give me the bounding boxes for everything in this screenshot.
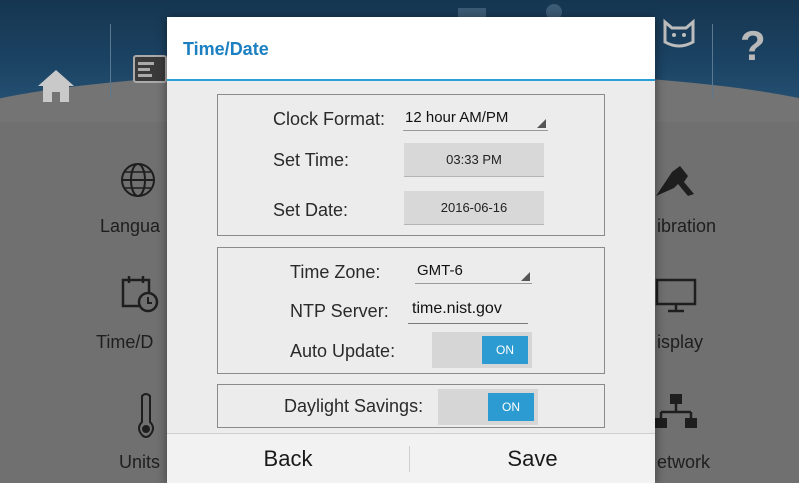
set-time-label: Set Time: [273, 150, 350, 170]
back-button[interactable]: Back [167, 434, 409, 483]
dropdown-arrow-icon [537, 119, 546, 128]
monitor-icon [655, 278, 697, 313]
thermometer-icon [138, 393, 154, 438]
time-zone-label: Time Zone: [290, 262, 381, 282]
auto-update-toggle[interactable]: ON [432, 332, 532, 368]
home-icon[interactable] [36, 68, 76, 104]
clock-format-value: 12 hour AM/PM [405, 109, 509, 126]
tile-label-time-date[interactable]: Time/D [96, 332, 153, 353]
calibration-icon [656, 166, 694, 196]
ntp-server-input[interactable]: time.nist.gov [408, 300, 528, 324]
set-date-label: Set Date: [273, 200, 349, 220]
globe-icon [121, 163, 155, 197]
network-icon [655, 394, 697, 428]
toggle-on-knob: ON [488, 393, 534, 421]
set-date-button[interactable]: 2016-06-16 [404, 191, 544, 225]
tile-label-network[interactable]: etwork [657, 452, 710, 473]
auto-update-label: Auto Update: [290, 341, 396, 361]
dashboard-icon[interactable] [132, 54, 168, 84]
dropdown-arrow-icon [521, 272, 530, 281]
time-date-dialog: Time/Date Clock Format: 12 hour AM/PM Se… [167, 17, 655, 483]
clock-settings-group: Clock Format: 12 hour AM/PM Set Time: 03… [217, 94, 605, 236]
settings-cat-icon[interactable] [662, 18, 696, 48]
time-sync-group: Time Zone: GMT-6 NTP Server: time.nist.g… [217, 247, 605, 374]
dialog-header: Time/Date [167, 17, 655, 81]
clock-format-label: Clock Format: [273, 109, 386, 129]
daylight-savings-group: Daylight Savings: ON [217, 384, 605, 428]
ntp-server-label: NTP Server: [290, 301, 389, 321]
clock-format-select[interactable]: 12 hour AM/PM [403, 109, 548, 131]
tile-label-units[interactable]: Units [119, 452, 160, 473]
tile-label-display[interactable]: isplay [657, 332, 703, 353]
save-button[interactable]: Save [410, 434, 655, 483]
set-time-button[interactable]: 03:33 PM [404, 143, 544, 177]
daylight-savings-toggle[interactable]: ON [438, 389, 538, 425]
tile-label-calibration[interactable]: ibration [657, 216, 716, 237]
calendar-clock-icon [121, 276, 159, 313]
daylight-savings-label: Daylight Savings: [284, 396, 424, 416]
time-zone-select[interactable]: GMT-6 [415, 262, 532, 284]
dialog-title: Time/Date [183, 39, 269, 59]
tile-label-language[interactable]: Langua [100, 216, 160, 237]
toggle-on-knob: ON [482, 336, 528, 364]
dialog-footer: Back Save [167, 433, 655, 483]
time-zone-value: GMT-6 [417, 262, 463, 279]
help-icon[interactable]: ? [740, 22, 766, 70]
